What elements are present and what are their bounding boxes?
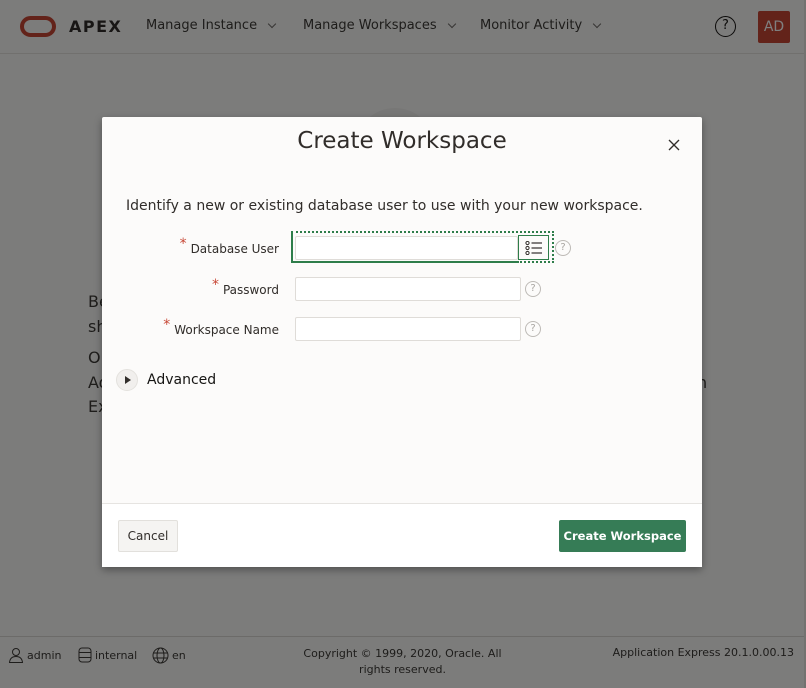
workspace-name-input[interactable] [295, 317, 521, 341]
advanced-section-toggle[interactable]: Advanced [116, 369, 216, 391]
required-marker: * [163, 317, 171, 333]
dialog-title: Create Workspace [297, 128, 507, 154]
required-marker: * [211, 277, 219, 293]
database-user-input[interactable] [295, 236, 518, 260]
cancel-button[interactable]: Cancel [118, 520, 178, 552]
field-database-user: * Database User ? [102, 231, 702, 263]
field-label: * Database User [180, 236, 279, 257]
field-label: * Password [212, 277, 279, 298]
field-label: * Workspace Name [163, 317, 279, 338]
dialog-button-bar: Cancel Create Workspace [102, 503, 702, 567]
list-icon [524, 240, 542, 255]
required-marker: * [179, 236, 187, 252]
dialog-intro-text: Identify a new or existing database user… [126, 198, 643, 214]
database-user-label: Database User [190, 242, 279, 256]
workspace-name-label: Workspace Name [174, 323, 279, 337]
field-password: * Password ? [102, 274, 702, 304]
password-input[interactable] [295, 277, 521, 301]
advanced-label: Advanced [147, 372, 217, 388]
help-icon[interactable]: ? [555, 240, 571, 256]
play-triangle-icon [125, 376, 131, 384]
list-of-values-button[interactable] [518, 235, 549, 260]
expand-toggle-button[interactable] [116, 369, 138, 391]
help-icon[interactable]: ? [525, 281, 541, 297]
create-workspace-dialog: Create Workspace Identify a new or exist… [102, 117, 702, 567]
close-icon [668, 139, 680, 151]
password-label: Password [222, 283, 279, 297]
help-icon[interactable]: ? [525, 321, 541, 337]
create-workspace-button[interactable]: Create Workspace [559, 520, 686, 552]
field-workspace-name: * Workspace Name ? [102, 314, 702, 344]
close-button[interactable] [665, 136, 683, 154]
